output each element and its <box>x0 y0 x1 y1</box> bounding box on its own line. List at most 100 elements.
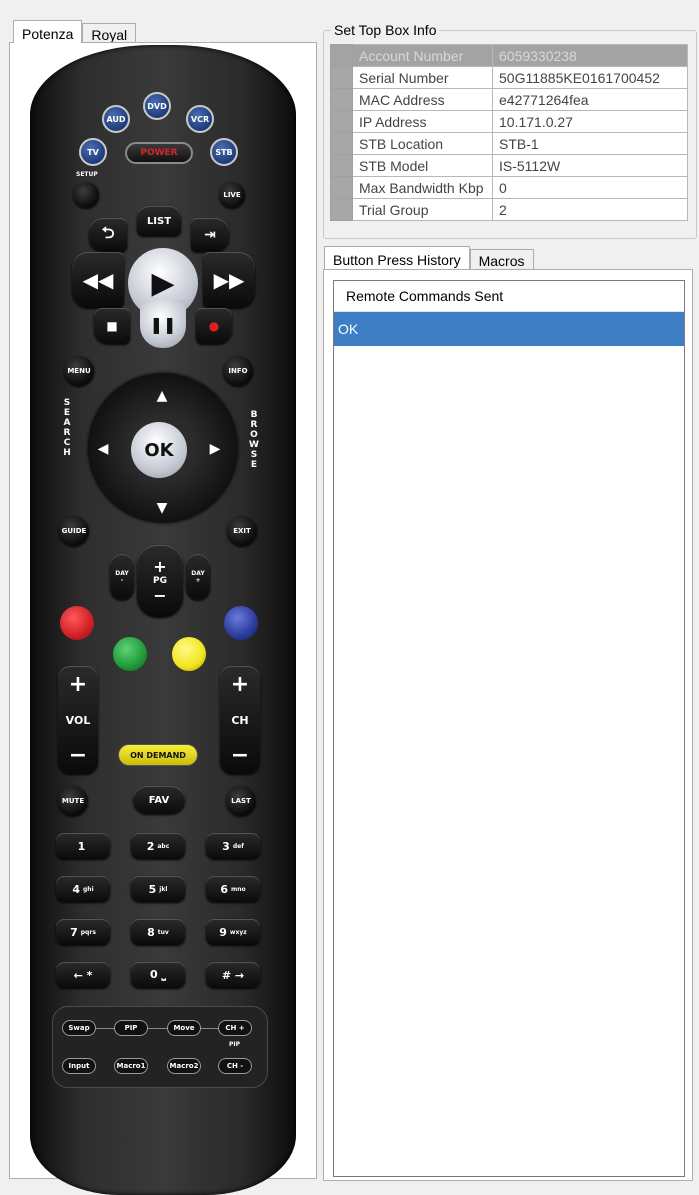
play-icon: ▶ <box>151 265 175 301</box>
key-9[interactable]: 9 wxyz <box>206 919 260 945</box>
setup-button[interactable] <box>73 182 99 208</box>
rewind-icon: ◀◀ <box>82 268 114 292</box>
key-4[interactable]: 4 ghi <box>56 876 110 902</box>
stb-button[interactable]: STB <box>210 138 238 166</box>
menu-button[interactable]: MENU <box>64 356 94 386</box>
volume-label: VOL <box>65 713 91 727</box>
pip-small-label: PIP <box>229 1041 241 1048</box>
swap-button[interactable]: Swap <box>62 1020 96 1036</box>
tab-royal[interactable]: Royal <box>82 23 137 43</box>
mute-button[interactable]: MUTE <box>58 786 88 816</box>
blue-button[interactable] <box>224 606 258 640</box>
table-row[interactable]: MAC Address e42771264fea <box>330 88 688 111</box>
right-button[interactable]: ▶ <box>202 425 228 473</box>
table-row[interactable]: Trial Group 2 <box>330 198 688 221</box>
table-row[interactable]: STB Location STB-1 <box>330 132 688 155</box>
back-button[interactable]: ⮌ <box>89 218 127 252</box>
remote-tabs: Potenza Royal <box>13 20 137 43</box>
up-button[interactable]: ▲ <box>137 383 187 409</box>
key-star[interactable]: ← * <box>56 962 110 988</box>
list-button[interactable]: LIST <box>137 206 181 236</box>
volume-rocker[interactable]: + VOL − <box>58 666 98 774</box>
skip-forward-icon: ⇥ <box>204 227 216 243</box>
macro-divider <box>88 1028 236 1029</box>
table-row[interactable]: STB Model IS-5112W <box>330 154 688 177</box>
key-0[interactable]: 0 ⎵ <box>131 962 185 988</box>
setup-label: SETUP <box>76 171 98 178</box>
stb-info-title: Set Top Box Info <box>331 22 440 38</box>
list-item[interactable]: OK <box>334 312 684 346</box>
power-button[interactable]: POWER <box>125 142 193 164</box>
guide-button[interactable]: GUIDE <box>59 516 89 546</box>
table-row[interactable]: Account Number 6059330238 <box>330 44 688 67</box>
aud-button[interactable]: AUD <box>102 105 130 133</box>
ok-button[interactable]: OK <box>131 422 187 478</box>
page-label: PG <box>153 576 167 586</box>
tab-button-press-history[interactable]: Button Press History <box>324 246 470 269</box>
volume-down-icon: − <box>68 743 88 768</box>
browse-label: BROWSE <box>249 410 259 470</box>
left-arrow-icon: ◀ <box>97 441 109 457</box>
left-button[interactable]: ◀ <box>90 425 116 473</box>
fast-forward-icon: ▶▶ <box>213 268 245 292</box>
fav-button[interactable]: FAV <box>133 786 185 814</box>
stb-info-table: Account Number 6059330238 Serial Number 50… <box>330 44 688 221</box>
skip-forward-button[interactable]: ⇥ <box>191 218 229 252</box>
page-down-icon: − <box>153 586 167 605</box>
key-1[interactable]: 1 <box>56 833 110 859</box>
volume-up-icon: + <box>68 672 88 697</box>
down-button[interactable]: ▼ <box>137 495 187 521</box>
key-hash[interactable]: # → <box>206 962 260 988</box>
table-row[interactable]: Serial Number 50G11885KE0161700452 <box>330 66 688 89</box>
live-button[interactable]: LIVE <box>219 182 245 208</box>
key-7[interactable]: 7 pqrs <box>56 919 110 945</box>
fast-forward-button[interactable]: ▶▶ <box>203 252 255 308</box>
key-8[interactable]: 8 tuv <box>131 919 185 945</box>
record-button[interactable]: ● <box>196 308 232 344</box>
input-button[interactable]: Input <box>62 1058 96 1074</box>
history-tabs: Button Press History Macros <box>324 246 534 269</box>
table-row[interactable]: Max Bandwidth Kbp 0 <box>330 176 688 199</box>
last-button[interactable]: LAST <box>226 786 256 816</box>
pause-icon: ❚❚ <box>149 314 177 334</box>
pip-ch-plus-button[interactable]: CH + <box>218 1020 252 1036</box>
table-row[interactable]: IP Address 10.171.0.27 <box>330 110 688 133</box>
move-button[interactable]: Move <box>167 1020 201 1036</box>
page-up-icon: + <box>153 557 167 576</box>
exit-button[interactable]: EXIT <box>227 516 257 546</box>
search-label: SEARCH <box>63 398 71 458</box>
red-button[interactable] <box>60 606 94 640</box>
commands-list-header: Remote Commands Sent <box>334 281 684 312</box>
pip-button[interactable]: PIP <box>114 1020 148 1036</box>
pause-button[interactable]: ❚❚ <box>140 300 186 348</box>
rewind-button[interactable]: ◀◀ <box>72 252 124 308</box>
day-plus-button[interactable]: DAY + <box>186 554 210 600</box>
channel-up-icon: + <box>230 672 250 697</box>
day-minus-button[interactable]: DAY - <box>110 554 134 600</box>
key-3[interactable]: 3 def <box>206 833 260 859</box>
tab-macros[interactable]: Macros <box>469 249 534 269</box>
info-button[interactable]: INFO <box>223 356 253 386</box>
stop-icon: ■ <box>106 319 118 333</box>
up-arrow-icon: ▲ <box>156 388 168 404</box>
back-icon: ⮌ <box>101 222 115 242</box>
macro2-button[interactable]: Macro2 <box>167 1058 201 1074</box>
page-rocker[interactable]: + PG − <box>137 545 183 617</box>
key-5[interactable]: 5 jkl <box>131 876 185 902</box>
on-demand-button[interactable]: ON DEMAND <box>118 744 198 766</box>
key-2[interactable]: 2 abc <box>131 833 185 859</box>
tv-button[interactable]: TV <box>79 138 107 166</box>
dvd-button[interactable]: DVD <box>143 92 171 120</box>
tab-potenza[interactable]: Potenza <box>13 20 83 43</box>
macro1-button[interactable]: Macro1 <box>114 1058 148 1074</box>
pip-ch-minus-button[interactable]: CH - <box>218 1058 252 1074</box>
channel-label: CH <box>231 713 249 727</box>
yellow-button[interactable] <box>172 637 206 671</box>
commands-list[interactable]: Remote Commands Sent OK <box>333 280 685 1177</box>
right-arrow-icon: ▶ <box>209 441 221 457</box>
key-6[interactable]: 6 mno <box>206 876 260 902</box>
green-button[interactable] <box>113 637 147 671</box>
channel-rocker[interactable]: + CH − <box>220 666 260 774</box>
vcr-button[interactable]: VCR <box>186 105 214 133</box>
stop-button[interactable]: ■ <box>94 308 130 344</box>
